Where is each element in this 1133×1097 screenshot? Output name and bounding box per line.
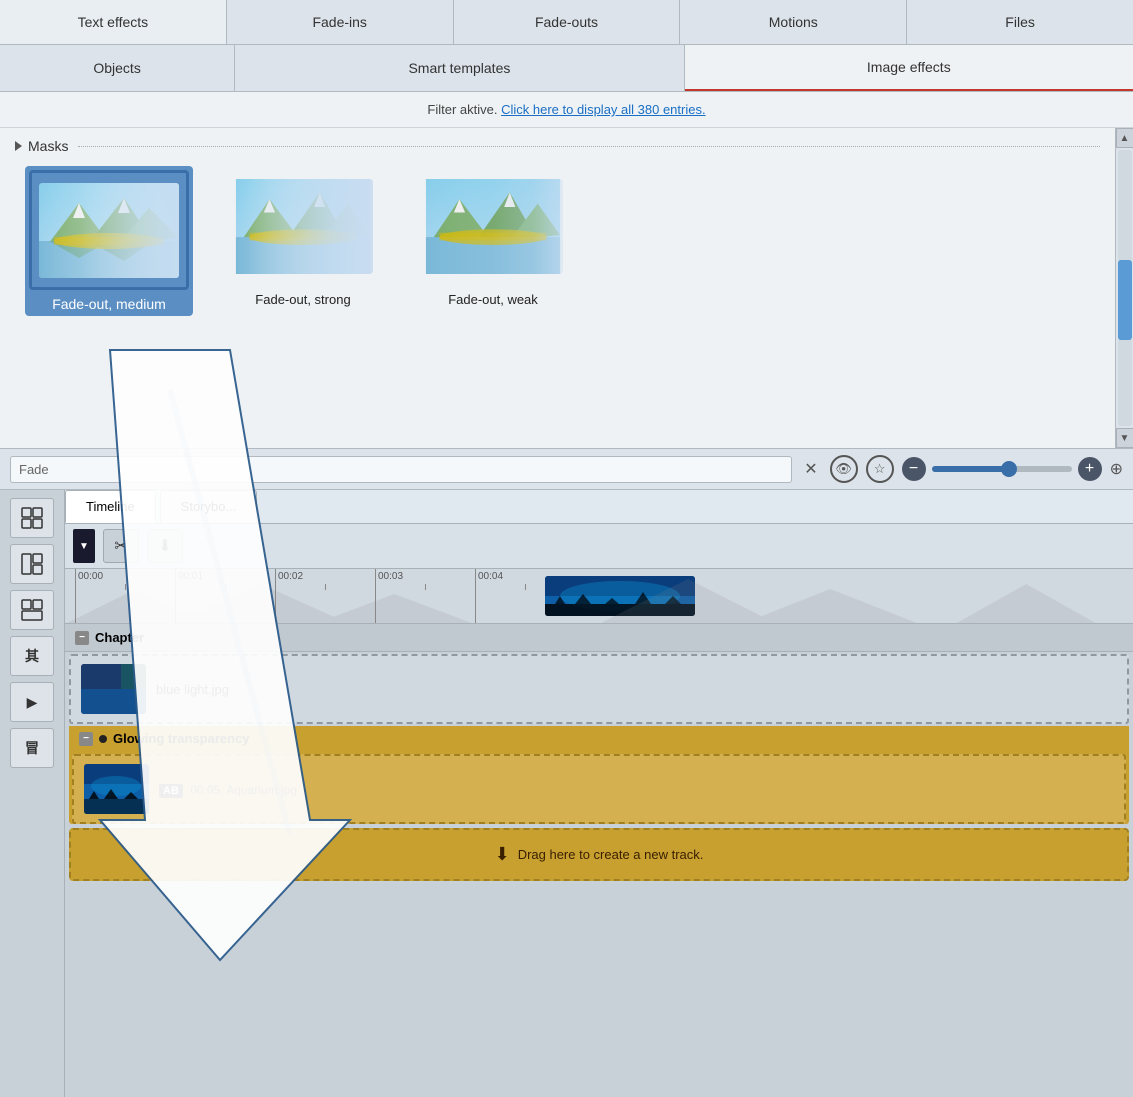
ab-badge: AB bbox=[159, 784, 183, 798]
scroll-up-arrow[interactable]: ▲ bbox=[1116, 128, 1133, 148]
golden-track-header: − Glowing transparency bbox=[69, 726, 1129, 751]
item-fade-weak[interactable]: Fade-out, weak bbox=[413, 166, 573, 316]
timeline-toolbar: ▼ ✂ ⬇ bbox=[65, 524, 1133, 569]
blue-light-image bbox=[81, 664, 146, 714]
item-label-strong: Fade-out, strong bbox=[255, 292, 350, 307]
zoom-in-button[interactable]: + bbox=[1078, 457, 1102, 481]
track-info-aquarium: AB 00:05, Aquarium.jpg bbox=[159, 781, 1114, 797]
scrollbar: ▲ ▼ bbox=[1115, 128, 1133, 448]
toolbar-text-btn[interactable]: 其 bbox=[10, 636, 54, 676]
chapter-label: Chapter bbox=[95, 630, 144, 645]
track-row-blue-light: blue light.jpg bbox=[71, 656, 1127, 722]
item-thumb-medium bbox=[39, 183, 179, 278]
left-toolbar: 其 ▶ 冒 bbox=[0, 490, 65, 1097]
item-thumb-wrap-weak bbox=[413, 166, 573, 286]
track-filename-blue-light: blue light.jpg bbox=[156, 682, 229, 697]
timeline-ruler: 00:00 00:01 00:02 00:03 00:04 bbox=[65, 569, 1133, 624]
item-thumb-weak bbox=[423, 179, 563, 274]
collapse-triangle[interactable] bbox=[15, 141, 22, 151]
toolbar-split-btn[interactable] bbox=[10, 544, 54, 584]
tracks-container: − Chapter bbox=[65, 624, 1133, 1097]
filter-text: Filter aktive. bbox=[427, 102, 497, 117]
toolbar-grid-btn[interactable] bbox=[10, 498, 54, 538]
golden-track-inner: AB 00:05, Aquarium.jpg bbox=[72, 754, 1126, 824]
content-inner: Masks bbox=[0, 128, 1115, 448]
content-area: Masks bbox=[0, 128, 1133, 448]
zoom-out-button[interactable]: − bbox=[902, 457, 926, 481]
tab-row-2: Objects Smart templates Image effects bbox=[0, 45, 1133, 92]
clear-search-button[interactable]: ✕ bbox=[800, 457, 821, 481]
golden-collapse-btn[interactable]: − bbox=[79, 732, 93, 746]
item-thumb-strong bbox=[233, 179, 373, 274]
track-blue-light: blue light.jpg bbox=[69, 654, 1129, 724]
item-fade-medium[interactable]: Fade-out, medium bbox=[25, 166, 193, 316]
playhead-marker[interactable]: ▼ bbox=[73, 529, 95, 563]
golden-track-container: − Glowing transparency bbox=[69, 726, 1129, 824]
item-thumb-wrap-strong bbox=[223, 166, 383, 286]
drag-icon: ⬇ bbox=[495, 844, 510, 865]
scroll-thumb[interactable] bbox=[1118, 260, 1132, 340]
tab-storyboard[interactable]: Storybo... bbox=[160, 490, 258, 523]
preview-icon-button[interactable]: 👁 bbox=[830, 455, 858, 483]
zoom-target-button[interactable]: ⊕ bbox=[1110, 459, 1123, 479]
track-aquarium-name: Aquarium.jpg bbox=[226, 783, 297, 797]
scroll-down-arrow[interactable]: ▼ bbox=[1116, 428, 1133, 448]
top-panel: Text effects Fade-ins Fade-outs Motions … bbox=[0, 0, 1133, 490]
tab-row-1: Text effects Fade-ins Fade-outs Motions … bbox=[0, 0, 1133, 45]
tab-motions[interactable]: Motions bbox=[680, 0, 907, 44]
items-grid: Fade-out, medium bbox=[15, 166, 1100, 316]
tab-files[interactable]: Files bbox=[907, 0, 1133, 44]
drag-new-track[interactable]: ⬇ Drag here to create a new track. bbox=[69, 828, 1129, 881]
filter-link[interactable]: Click here to display all 380 entries. bbox=[501, 102, 706, 117]
track-row-aquarium: AB 00:05, Aquarium.jpg bbox=[74, 756, 1124, 822]
insert-button[interactable]: ⬇ bbox=[147, 529, 183, 563]
drag-label: Drag here to create a new track. bbox=[518, 847, 704, 862]
track-info-blue-light: blue light.jpg bbox=[156, 682, 1117, 697]
tab-text-effects[interactable]: Text effects bbox=[0, 0, 227, 44]
filter-bar: Filter aktive. Click here to display all… bbox=[0, 92, 1133, 128]
tab-fade-outs[interactable]: Fade-outs bbox=[454, 0, 681, 44]
track-timestamp-aquarium: AB 00:05, Aquarium.jpg bbox=[159, 783, 1114, 797]
cut-button[interactable]: ✂ bbox=[103, 529, 139, 563]
toolbar-play-btn[interactable]: ▶ bbox=[10, 682, 54, 722]
chapter-header: − Chapter bbox=[65, 624, 1133, 652]
toolbar-subtitle-btn[interactable]: 冒 bbox=[10, 728, 54, 768]
tab-timeline[interactable]: Timeline bbox=[65, 490, 156, 523]
item-thumb-wrap-medium bbox=[29, 170, 189, 290]
track-time-value: 00:05, bbox=[190, 783, 223, 797]
golden-dot bbox=[99, 735, 107, 743]
aquarium-track-image bbox=[84, 764, 149, 814]
bottom-section: 其 ▶ 冒 Timeline Storybo... ▼ ✂ ⬇ bbox=[0, 490, 1133, 1097]
zoom-slider-fill bbox=[932, 466, 1009, 472]
tab-fade-ins[interactable]: Fade-ins bbox=[227, 0, 454, 44]
tab-objects[interactable]: Objects bbox=[0, 45, 235, 91]
timeline-tabs: Timeline Storybo... bbox=[65, 490, 1133, 524]
tab-image-effects[interactable]: Image effects bbox=[685, 45, 1133, 91]
zoom-area: − + bbox=[902, 457, 1102, 481]
item-label-medium: Fade-out, medium bbox=[52, 296, 166, 312]
timeline-area: Timeline Storybo... ▼ ✂ ⬇ bbox=[65, 490, 1133, 1097]
golden-track-label: Glowing transparency bbox=[113, 731, 250, 746]
zoom-slider-thumb[interactable] bbox=[1001, 461, 1017, 477]
track-thumb-aquarium bbox=[84, 764, 149, 814]
masks-label: Masks bbox=[28, 138, 68, 154]
tab-smart-templates[interactable]: Smart templates bbox=[235, 45, 684, 91]
track-thumb-blue-light bbox=[81, 664, 146, 714]
section-dots bbox=[78, 146, 1100, 147]
toolbar-layers-btn[interactable] bbox=[10, 590, 54, 630]
search-bar: ✕ 👁 ☆ − + ⊕ bbox=[0, 448, 1133, 489]
search-input[interactable] bbox=[10, 456, 792, 483]
star-icon-button[interactable]: ☆ bbox=[866, 455, 894, 483]
scroll-track[interactable] bbox=[1118, 150, 1132, 426]
chapter-collapse-btn[interactable]: − bbox=[75, 631, 89, 645]
item-fade-strong[interactable]: Fade-out, strong bbox=[223, 166, 383, 316]
zoom-slider[interactable] bbox=[932, 466, 1072, 472]
masks-section-header: Masks bbox=[15, 138, 1100, 154]
item-label-weak: Fade-out, weak bbox=[448, 292, 538, 307]
